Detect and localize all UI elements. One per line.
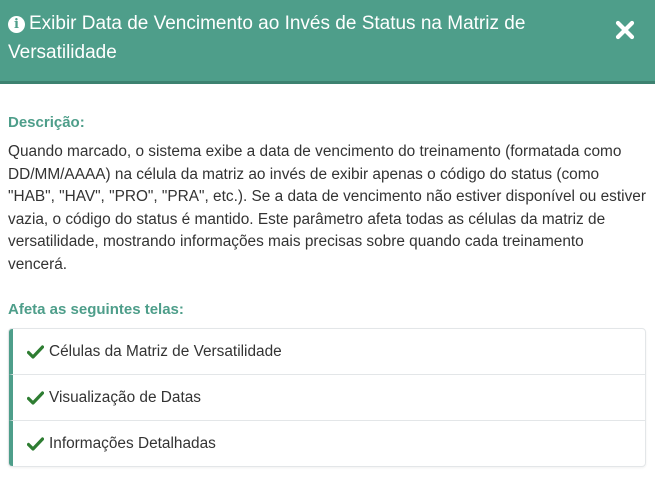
modal-header: i Exibir Data de Vencimento ao Invés de S… [0, 0, 655, 84]
affected-screens-label: Afeta as seguintes telas: [8, 301, 184, 318]
list-item: Células da Matriz de Versatilidade [9, 329, 645, 375]
close-x-icon [615, 20, 635, 40]
affected-screens-list: Células da Matriz de Versatilidade Visua… [8, 328, 646, 467]
modal-body: Descrição: Quando marcado, o sistema exi… [8, 112, 646, 467]
description-text: Quando marcado, o sistema exibe a data d… [8, 143, 646, 273]
modal-title: i Exibir Data de Vencimento ao Invés de S… [8, 9, 598, 67]
modal-title-text: Exibir Data de Vencimento ao Invés de St… [8, 13, 526, 63]
parameter-info-modal: i Exibir Data de Vencimento ao Invés de S… [0, 0, 655, 477]
list-item: Informações Detalhadas [9, 421, 645, 466]
description-label: Descrição: [8, 114, 85, 131]
close-button[interactable] [615, 20, 635, 40]
list-item-label: Visualização de Datas [49, 388, 202, 406]
check-icon [27, 390, 44, 405]
check-icon [27, 436, 44, 451]
list-item-label: Informações Detalhadas [49, 434, 216, 452]
info-circle-icon: i [8, 16, 25, 33]
list-item-label: Células da Matriz de Versatilidade [49, 342, 282, 360]
list-item: Visualização de Datas [9, 375, 645, 421]
check-icon [27, 344, 44, 359]
